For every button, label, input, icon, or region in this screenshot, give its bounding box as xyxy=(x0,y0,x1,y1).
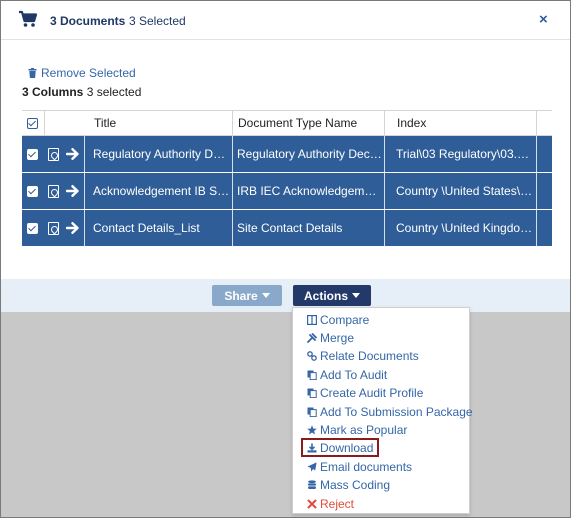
trash-icon xyxy=(28,68,37,78)
menu-item-add-to-audit[interactable]: Add To Audit xyxy=(307,366,387,384)
menu-item-label: Relate Documents xyxy=(320,349,419,363)
cell-index: Country \United Kingdom... xyxy=(396,221,535,235)
copy-icon xyxy=(307,407,317,417)
menu-item-download[interactable]: Download xyxy=(301,438,380,457)
menu-item-label: Add To Audit xyxy=(320,368,388,382)
menu-item-label: Merge xyxy=(320,331,355,345)
link-icon xyxy=(307,351,317,361)
pdf-icon[interactable] xyxy=(48,185,59,198)
actions-button[interactable]: Actions xyxy=(293,285,371,306)
database-icon xyxy=(307,480,317,490)
column-divider xyxy=(536,210,537,246)
columns-summary: 3 Columns 3 selected xyxy=(22,85,141,99)
menu-item-label: Mass Coding xyxy=(320,478,391,492)
column-divider xyxy=(536,111,537,135)
actions-dropdown-menu: Compare Merge Relate Documents Add To Au… xyxy=(292,307,473,514)
column-header-index[interactable]: Index xyxy=(391,111,531,136)
arrow-right-icon[interactable] xyxy=(66,220,80,236)
arrow-right-icon[interactable] xyxy=(66,146,80,162)
pdf-icon[interactable] xyxy=(48,148,59,161)
menu-item-mass-coding[interactable]: Mass Coding xyxy=(307,476,390,494)
cell-index: Country \United States\04... xyxy=(396,184,535,198)
cell-title: Acknowledgement IB Sign... xyxy=(93,184,231,198)
column-divider xyxy=(536,136,537,172)
remove-selected-label: Remove Selected xyxy=(41,66,136,80)
menu-item-relate-documents[interactable]: Relate Documents xyxy=(307,347,419,365)
merge-icon xyxy=(307,333,317,343)
button-bar: Share Actions xyxy=(1,279,570,312)
menu-item-label: Create Audit Profile xyxy=(320,386,424,400)
column-divider xyxy=(384,136,385,172)
chevron-down-icon xyxy=(261,293,270,298)
menu-item-label: Mark as Popular xyxy=(320,423,408,437)
column-header-title[interactable]: Title xyxy=(88,111,232,136)
table-row[interactable]: Acknowledgement IB Sign... IRB IEC Ackno… xyxy=(22,173,552,210)
selection-panel: 3 Documents 3 Selected × Remove Selected… xyxy=(1,1,570,279)
cell-document-type: Regulatory Authority Decisi... xyxy=(237,147,382,161)
table-header: Title Document Type Name Index xyxy=(22,110,552,136)
menu-item-label: Compare xyxy=(320,313,370,327)
cell-document-type: IRB IEC Acknowledgement ... xyxy=(237,184,382,198)
chevron-down-icon xyxy=(352,293,360,298)
menu-item-email-documents[interactable]: Email documents xyxy=(307,458,412,476)
column-divider xyxy=(384,111,385,135)
copy-icon xyxy=(307,370,317,380)
row-checkbox[interactable] xyxy=(27,186,38,197)
column-divider xyxy=(44,111,45,135)
menu-item-reject[interactable]: Reject xyxy=(307,495,354,513)
column-divider xyxy=(84,173,85,209)
panel-header: 3 Documents 3 Selected × xyxy=(1,1,570,40)
row-checkbox[interactable] xyxy=(27,223,38,234)
menu-item-compare[interactable]: Compare xyxy=(307,311,369,329)
actions-label: Actions xyxy=(303,288,348,303)
send-icon xyxy=(307,462,317,472)
column-divider xyxy=(84,210,85,246)
pdf-icon[interactable] xyxy=(48,222,59,235)
copy-icon xyxy=(307,388,317,398)
select-all-checkbox[interactable] xyxy=(27,118,38,129)
cart-icon xyxy=(19,10,38,27)
selected-count: 3 Selected xyxy=(129,14,186,28)
menu-item-mark-as-popular[interactable]: Mark as Popular xyxy=(307,421,407,439)
column-divider xyxy=(536,173,537,209)
remove-selected-link[interactable]: Remove Selected xyxy=(28,66,136,80)
column-header-document-type[interactable]: Document Type Name xyxy=(232,111,384,136)
star-icon xyxy=(307,425,317,435)
document-count: 3 Documents xyxy=(50,14,126,28)
share-button[interactable]: Share xyxy=(212,285,282,306)
columns-selected: 3 selected xyxy=(86,85,142,99)
menu-item-add-to-submission-package[interactable]: Add To Submission Package xyxy=(307,403,473,421)
documents-table: Title Document Type Name Index Regulator… xyxy=(22,110,552,247)
arrow-right-icon[interactable] xyxy=(66,183,80,199)
menu-item-label: Download xyxy=(320,440,374,455)
menu-item-create-audit-profile[interactable]: Create Audit Profile xyxy=(307,384,423,402)
row-checkbox[interactable] xyxy=(27,149,38,160)
menu-item-label: Email documents xyxy=(320,460,413,474)
cell-index: Trial\03 Regulatory\03.01 ... xyxy=(396,147,535,161)
columns-count: 3 Columns xyxy=(22,85,84,99)
menu-item-label: Add To Submission Package xyxy=(320,405,473,419)
download-icon xyxy=(307,443,317,453)
cell-title: Contact Details_List xyxy=(93,221,200,235)
close-icon[interactable]: × xyxy=(539,12,548,27)
cell-document-type: Site Contact Details xyxy=(237,221,343,235)
x-icon xyxy=(307,499,317,509)
menu-item-merge[interactable]: Merge xyxy=(307,329,354,347)
table-body: Regulatory Authority Deci... Regulatory … xyxy=(22,136,552,247)
table-row[interactable]: Contact Details_List Site Contact Detail… xyxy=(22,210,552,247)
column-divider xyxy=(84,136,85,172)
share-label: Share xyxy=(224,288,258,303)
compare-icon xyxy=(307,315,317,325)
cell-title: Regulatory Authority Deci... xyxy=(93,147,231,161)
table-row[interactable]: Regulatory Authority Deci... Regulatory … xyxy=(22,136,552,173)
menu-item-label: Reject xyxy=(320,497,355,511)
column-divider xyxy=(384,173,385,209)
column-divider xyxy=(384,210,385,246)
